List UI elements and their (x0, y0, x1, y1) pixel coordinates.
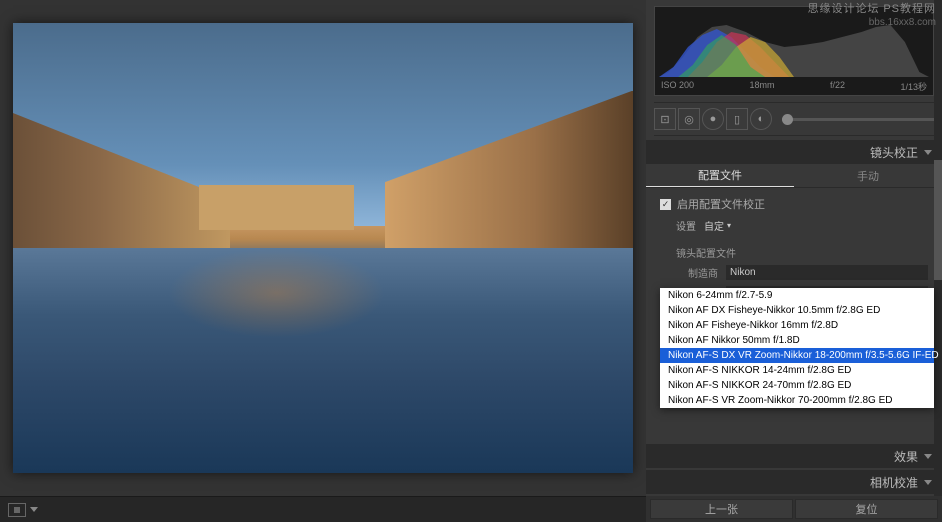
enable-profile-row: ✓ 启用配置文件校正 (646, 188, 942, 216)
histogram-shutter: 1/13秒 (900, 80, 927, 93)
lens-option[interactable]: Nikon AF-S NIKKOR 24-70mm f/2.8G ED (660, 378, 934, 393)
tab-profile[interactable]: 配置文件 (646, 164, 794, 187)
filmstrip-bar (0, 496, 646, 522)
enable-profile-checkbox[interactable]: ✓ (660, 199, 671, 210)
lens-correction-header[interactable]: 镜头校正 (646, 140, 942, 164)
lens-tabs: 配置文件 手动 (646, 164, 942, 188)
histogram-focal: 18mm (750, 80, 775, 93)
maker-label: 制造商 (676, 265, 718, 280)
lens-option[interactable]: Nikon AF Nikkor 50mm f/1.8D (660, 333, 934, 348)
maker-dropdown[interactable]: Nikon (726, 265, 928, 280)
enable-profile-label: 启用配置文件校正 (677, 196, 765, 212)
grad-filter-icon[interactable]: ▯ (726, 108, 748, 130)
camera-calibration-header[interactable]: 相机校准 (646, 470, 942, 494)
lens-option[interactable]: Nikon AF-S NIKKOR 14-24mm f/2.8G ED (660, 363, 934, 378)
lens-option[interactable]: Nikon 6-24mm f/2.7-5.9 (660, 288, 934, 303)
main-canvas-area (0, 0, 646, 522)
panel-footer: 上一张 复位 (646, 496, 942, 522)
lens-option[interactable]: Nikon AF-S DX VR Zoom-Nikkor 18-200mm f/… (660, 348, 934, 363)
lens-profile-subheader: 镜头配置文件 (646, 239, 942, 262)
chevron-down-icon (924, 150, 932, 155)
histogram-aperture: f/22 (830, 80, 845, 93)
tab-manual[interactable]: 手动 (794, 164, 942, 187)
settings-dropdown[interactable]: 自定▾ (704, 218, 731, 233)
grid-view-icon[interactable] (8, 503, 26, 517)
develop-panel: 思缘设计论坛 PS教程网 bbs.16xx8.com ISO 200 18mm … (646, 0, 942, 522)
lens-option[interactable]: Nikon AF Fisheye-Nikkor 16mm f/2.8D (660, 318, 934, 333)
brush-tool-icon[interactable]: ◐ (750, 108, 772, 130)
tool-strip: ⊡ ◎ ● ▯ ◐ (654, 102, 934, 136)
chevron-down-icon (924, 480, 932, 485)
spot-tool-icon[interactable]: ◎ (678, 108, 700, 130)
lens-model-options-list[interactable]: Nikon 6-24mm f/2.7-5.9Nikon AF DX Fishey… (660, 288, 934, 408)
view-mode-dropdown-icon[interactable] (30, 507, 38, 512)
previous-button[interactable]: 上一张 (650, 499, 793, 519)
photo-preview (13, 23, 633, 473)
effects-header[interactable]: 效果 (646, 444, 942, 468)
watermark: 思缘设计论坛 PS教程网 bbs.16xx8.com (808, 2, 936, 29)
lens-option[interactable]: Nikon AF DX Fisheye-Nikkor 10.5mm f/2.8G… (660, 303, 934, 318)
redeye-tool-icon[interactable]: ● (702, 108, 724, 130)
image-viewport[interactable] (0, 0, 646, 496)
reset-button[interactable]: 复位 (795, 499, 938, 519)
mask-slider[interactable] (782, 118, 934, 121)
lens-option[interactable]: Nikon AF-S VR Zoom-Nikkor 70-200mm f/2.8… (660, 393, 934, 408)
chevron-down-icon (924, 454, 932, 459)
histogram-iso: ISO 200 (661, 80, 694, 93)
crop-tool-icon[interactable]: ⊡ (654, 108, 676, 130)
settings-label: 设置 (676, 218, 696, 233)
panel-scrollbar[interactable] (934, 0, 942, 496)
